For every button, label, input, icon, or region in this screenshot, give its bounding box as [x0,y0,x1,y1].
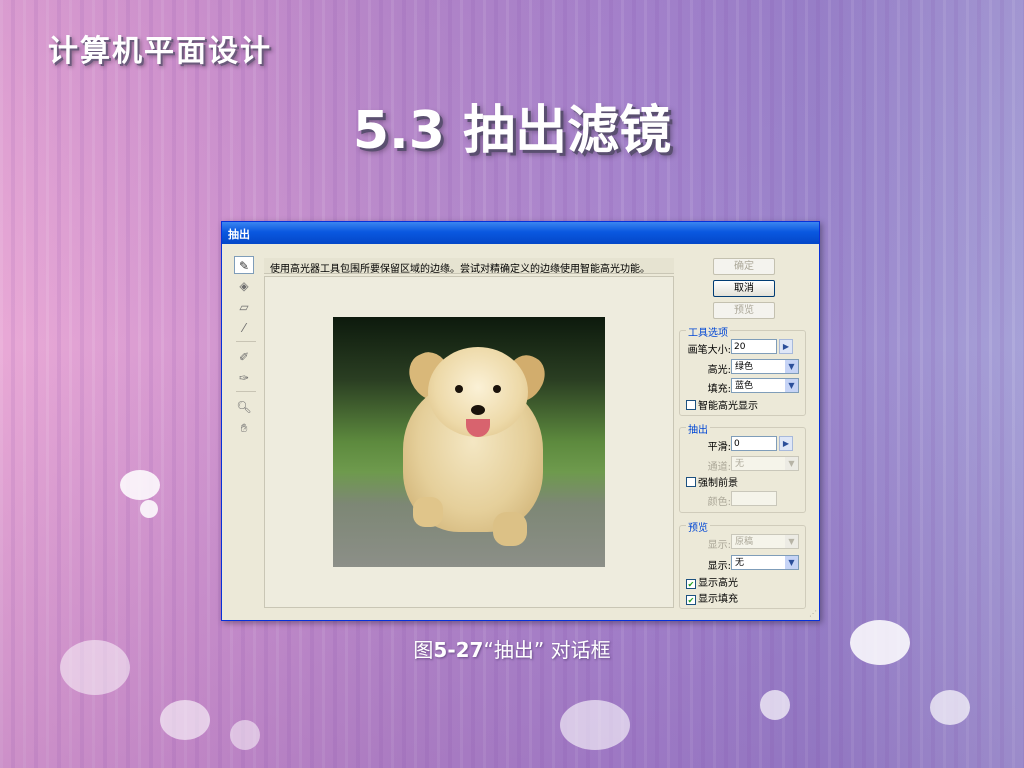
force-foreground-label: 强制前景 [698,478,738,489]
highlight-row: 高光: 绿色 ▼ [680,359,805,376]
color-label: 颜色: [707,497,731,508]
show-fill-checkbox[interactable]: ✔ 显示填充 [686,590,804,605]
group-title: 工具选项 [686,324,730,339]
show-highlight-label: 显示高光 [698,578,738,589]
show-value: 无 [735,558,745,568]
chevron-down-icon: ▼ [785,379,798,392]
zoom-icon[interactable]: 🔍︎ [234,398,254,416]
checkbox-icon [686,400,696,410]
paint-splash [930,690,970,725]
channel-select[interactable]: 无 ▼ [731,456,799,471]
chevron-down-icon: ▼ [785,556,798,569]
checkbox-icon [686,477,696,487]
extraction-group: 抽出 平滑: 0 ▶ 通道: 无 ▼ 强制前景 颜色: [679,421,806,513]
view-value: 原稿 [735,537,754,547]
photo-detail [493,512,527,546]
channel-label: 通道: [707,462,731,473]
preview-canvas[interactable] [264,276,674,608]
chevron-down-icon: ▼ [785,360,798,373]
extract-toolbar: ✎ ◈ ▱ ⁄ ✐ ✑ 🔍︎ ✋︎ [234,256,256,440]
ok-button[interactable]: 确定 [713,258,775,275]
photo-detail [471,405,485,415]
show-highlight-checkbox[interactable]: ✔ 显示高光 [686,574,804,589]
color-row: 颜色: [680,491,805,508]
force-foreground-checkbox[interactable]: 强制前景 [686,474,804,489]
slider-arrow-icon[interactable]: ▶ [779,339,793,354]
smart-highlight-checkbox[interactable]: 智能高光显示 [686,397,804,412]
smooth-label: 平滑: [707,442,731,453]
dialog-title: 抽出 [222,222,819,244]
puppy-photo[interactable] [333,317,605,567]
extract-dialog: 抽出 ✎ ◈ ▱ ⁄ ✐ ✑ 🔍︎ ✋︎ 使用高光器工具包围所要保留区域的边缘。… [221,221,820,621]
eraser-icon[interactable]: ▱ [234,298,254,316]
cleanup-icon[interactable]: ✐ [234,348,254,366]
figure-caption: 图5-27“抽出” 对话框 [0,634,1024,663]
slide-title: 5.3 抽出滤镜 [352,101,672,161]
caption-text: “抽出” 对话框 [483,638,611,662]
toolbar-separator [236,391,256,392]
highlight-select[interactable]: 绿色 ▼ [731,359,799,374]
photo-detail [493,385,501,393]
chevron-down-icon: ▼ [785,457,798,470]
group-title: 抽出 [686,421,710,436]
cancel-button[interactable]: 取消 [713,280,775,297]
show-label: 显示: [707,561,731,572]
fill-value: 蓝色 [735,381,754,391]
paint-splash [760,690,790,720]
fill-icon[interactable]: ◈ [234,277,254,295]
resize-grip-icon[interactable]: ⋰ [809,609,817,618]
brand-title: 计算机平面设计 [48,34,272,69]
preview-group: 预览 显示: 原稿 ▼ 显示: 无 ▼ ✔ 显示高光 ✔ 显示填充 [679,519,806,609]
checkmark-icon: ✔ [686,595,696,605]
smooth-input[interactable]: 0 [731,436,777,451]
edge-touchup-icon[interactable]: ✑ [234,369,254,387]
eyedropper-icon[interactable]: ⁄ [234,319,254,337]
toolbar-separator [236,341,256,342]
show-select[interactable]: 无 ▼ [731,555,799,570]
caption-prefix: 图 [413,638,434,662]
fill-row: 填充: 蓝色 ▼ [680,378,805,395]
highlight-label: 高光: [707,365,731,376]
fill-select[interactable]: 蓝色 ▼ [731,378,799,393]
paint-splash [160,700,210,740]
view-row: 显示: 原稿 ▼ [680,534,805,551]
chevron-down-icon: ▼ [785,535,798,548]
hand-icon[interactable]: ✋︎ [234,419,254,437]
view-select[interactable]: 原稿 ▼ [731,534,799,549]
show-fill-label: 显示填充 [698,594,738,605]
caption-number: 5-27 [433,638,484,662]
show-row: 显示: 无 ▼ [680,555,805,572]
paint-splash [560,700,630,750]
tool-options-group: 工具选项 画笔大小: 20 ▶ 高光: 绿色 ▼ 填充: 蓝色 ▼ 智能高光显示 [679,324,806,416]
preview-button[interactable]: 预览 [713,302,775,319]
checkmark-icon: ✔ [686,579,696,589]
fill-label: 填充: [707,384,731,395]
group-title: 预览 [686,519,710,534]
photo-detail [455,385,463,393]
smart-highlight-label: 智能高光显示 [698,401,758,412]
hint-text: 使用高光器工具包围所要保留区域的边缘。尝试对精确定义的边缘使用智能高光功能。 [264,258,674,274]
paint-splash [230,720,260,750]
view-label: 显示: [707,540,731,551]
paint-splash [140,500,158,518]
paint-splash [120,470,160,500]
smooth-row: 平滑: 0 ▶ [680,436,805,453]
brush-size-row: 画笔大小: 20 ▶ [680,339,805,356]
brush-size-label: 画笔大小: [687,345,731,356]
color-swatch[interactable] [731,491,777,506]
channel-value: 无 [735,459,745,469]
brush-size-input[interactable]: 20 [731,339,777,354]
slider-arrow-icon[interactable]: ▶ [779,436,793,451]
highlighter-icon[interactable]: ✎ [234,256,254,274]
photo-detail [413,497,443,527]
highlight-value: 绿色 [735,362,754,372]
channel-row: 通道: 无 ▼ [680,456,805,473]
